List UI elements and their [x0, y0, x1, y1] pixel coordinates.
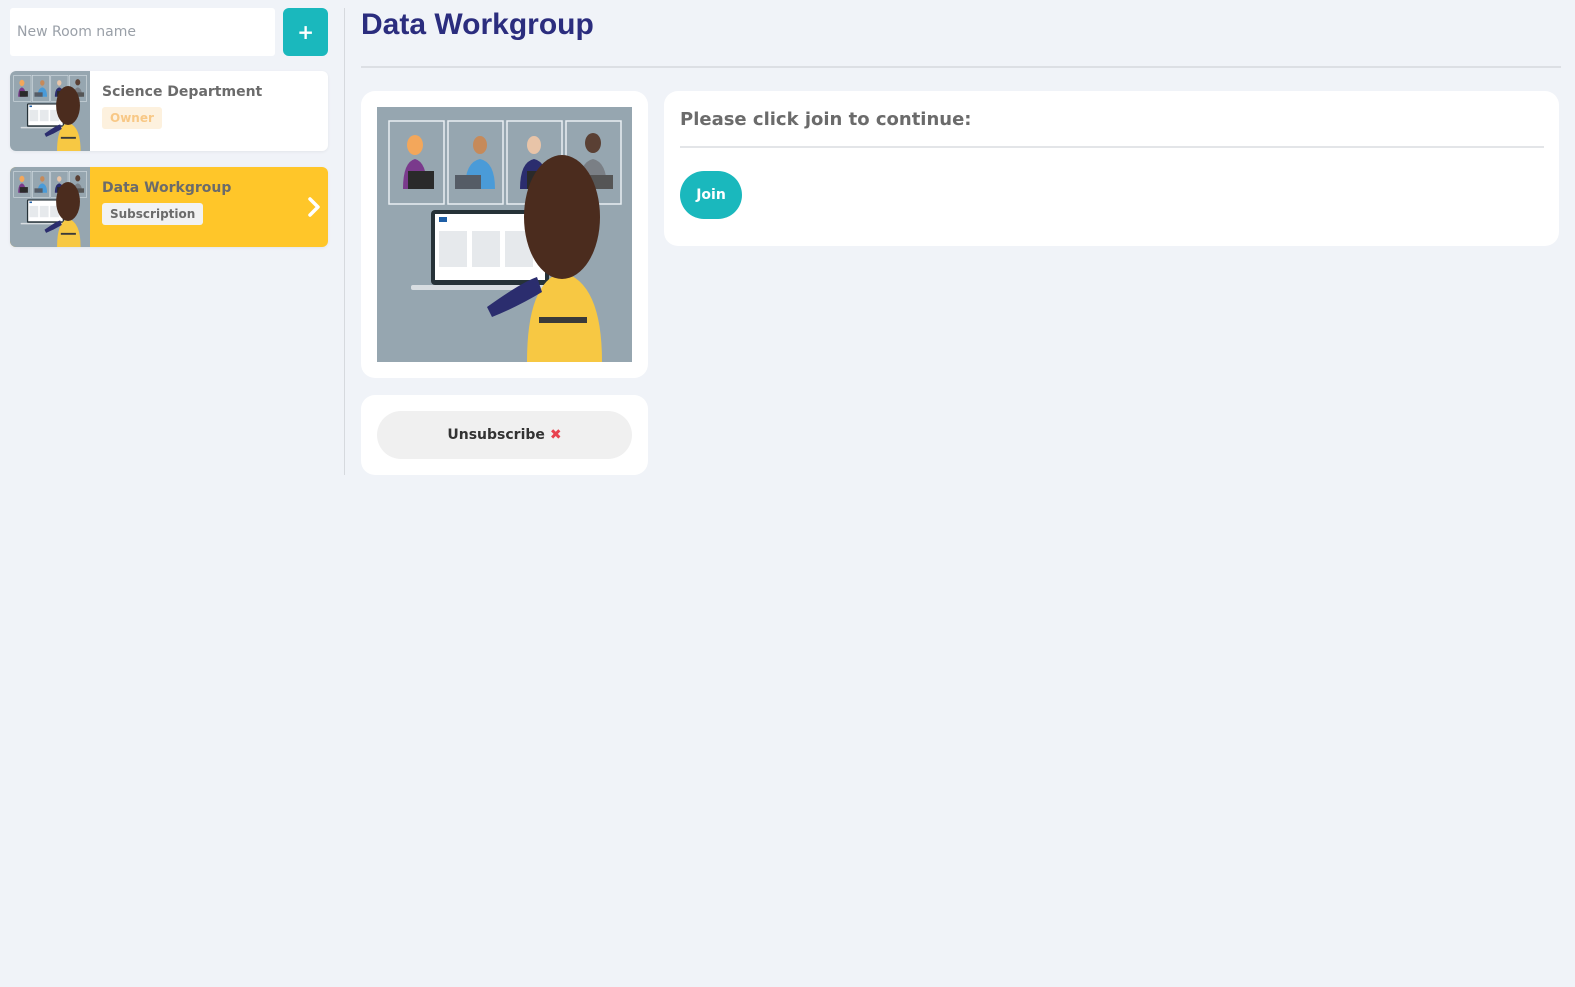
chevron-right-icon — [308, 197, 320, 217]
close-icon: ✖ — [549, 427, 562, 443]
add-room-button[interactable]: + — [283, 8, 328, 56]
new-room-input[interactable] — [10, 8, 276, 56]
new-room-row: + — [10, 8, 328, 56]
unsubscribe-button[interactable]: Unsubscribe ✖ — [377, 411, 632, 459]
unsubscribe-card: Unsubscribe ✖ — [361, 395, 648, 475]
page-title: Data Workgroup — [361, 8, 594, 41]
join-divider — [680, 146, 1544, 148]
sidebar-divider — [344, 8, 345, 475]
sidebar: + Science Department Owner Data Workgrou… — [10, 8, 328, 247]
join-card: Please click join to continue: Join — [664, 91, 1559, 246]
unsubscribe-label: Unsubscribe — [447, 427, 545, 443]
room-illustration — [377, 107, 632, 362]
room-list: Science Department Owner Data Workgroup … — [10, 71, 328, 247]
room-image-card — [361, 91, 648, 378]
room-info: Science Department Owner — [90, 71, 274, 151]
room-info: Data Workgroup Subscription — [90, 167, 243, 247]
room-name: Science Department — [102, 84, 263, 100]
join-prompt: Please click join to continue: — [680, 109, 972, 130]
room-name: Data Workgroup — [102, 180, 232, 196]
room-item-science-department[interactable]: Science Department Owner — [10, 71, 328, 151]
room-role-badge: Subscription — [102, 203, 204, 225]
room-thumbnail — [10, 71, 90, 151]
room-item-data-workgroup[interactable]: Data Workgroup Subscription — [10, 167, 328, 247]
join-button[interactable]: Join — [680, 171, 742, 219]
room-role-badge: Owner — [102, 107, 162, 129]
room-thumbnail — [10, 167, 90, 247]
title-divider — [361, 66, 1561, 68]
